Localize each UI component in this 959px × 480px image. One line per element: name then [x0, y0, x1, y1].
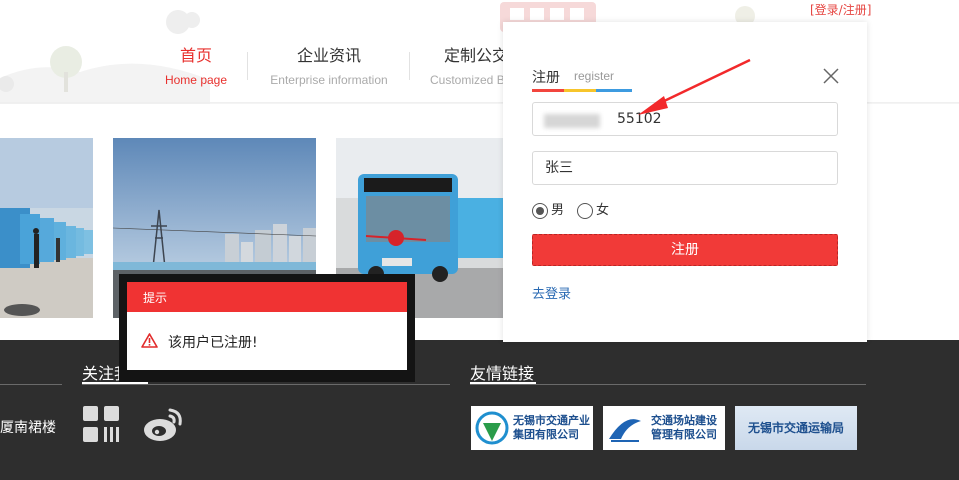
- footer-address: 厦南裙楼: [0, 420, 56, 436]
- nav-home-label: 首页: [179, 46, 212, 65]
- footer-divider: [82, 384, 450, 385]
- tab-accent-bar-red: [532, 89, 564, 92]
- go-to-login-link[interactable]: 去登录: [532, 283, 571, 302]
- partner-name-line: 无锡市交通运输局: [747, 421, 844, 435]
- warning-icon: [141, 333, 158, 348]
- close-icon[interactable]: [821, 66, 841, 86]
- tab-accent-bar-blue: [596, 89, 632, 92]
- bus-fleet-photo[interactable]: [0, 138, 93, 318]
- tab-accent-bar-yellow: [564, 89, 596, 92]
- friendly-links-title: 友情链接: [470, 364, 535, 383]
- nav-enterprise-label: 企业资讯: [296, 46, 361, 65]
- follow-us-underline: [82, 382, 148, 384]
- nav-enterprise-information[interactable]: 企业资讯 Enterprise information: [265, 46, 393, 88]
- partner-logo-emblem-icon: [609, 419, 641, 442]
- register-panel: 注册 register 55102 张三 男 女 注册 去登录: [503, 22, 867, 342]
- nav-home-sublabel: Home page: [164, 73, 228, 87]
- register-tab-label[interactable]: 注册: [532, 67, 560, 87]
- register-submit-button[interactable]: 注册: [532, 234, 838, 266]
- partner-logo-station-construction[interactable]: 交通场站建设 管理有限公司: [603, 406, 725, 450]
- alert-dialog-header: 提示: [127, 282, 407, 312]
- nav-home[interactable]: 首页 Home page: [160, 46, 232, 88]
- partner-name-line: 管理有限公司: [651, 428, 717, 441]
- alert-dialog-title: 提示: [143, 291, 168, 305]
- alert-dialog-message: 该用户已注册!: [168, 335, 258, 351]
- partner-logo-emblem-icon: [475, 411, 509, 445]
- partner-logo-transport-industry-group[interactable]: 无锡市交通产业 集团有限公司: [471, 406, 593, 450]
- gender-female-radio[interactable]: [577, 203, 593, 219]
- qr-code-icon[interactable]: [83, 406, 119, 442]
- phone-redaction-blur: [544, 114, 600, 128]
- nav-divider: [409, 52, 410, 80]
- partner-name-line: 集团有限公司: [513, 428, 579, 441]
- partner-name-line: 无锡市交通产业: [513, 414, 590, 427]
- register-tab-sublabel: register: [574, 69, 615, 83]
- friendly-links-underline: [470, 382, 536, 384]
- partner-logo-transport-bureau[interactable]: 无锡市交通运输局: [735, 406, 857, 450]
- login-register-link[interactable]: [登录/注册]: [810, 1, 871, 18]
- gender-male-radio[interactable]: [532, 203, 548, 219]
- weibo-icon[interactable]: [142, 406, 184, 442]
- footer-divider: [470, 384, 866, 385]
- gender-female-label: 女: [596, 203, 610, 218]
- footer-divider: [0, 384, 62, 385]
- alert-dialog: 提示 该用户已注册!: [119, 274, 415, 382]
- alert-dialog-body: 提示 该用户已注册!: [127, 282, 407, 370]
- nav-divider: [247, 52, 248, 80]
- name-field[interactable]: 张三: [532, 151, 838, 185]
- partner-name-line: 交通场站建设: [651, 414, 717, 427]
- nav-enterprise-sublabel: Enterprise information: [270, 73, 388, 87]
- gender-male-label: 男: [551, 203, 565, 218]
